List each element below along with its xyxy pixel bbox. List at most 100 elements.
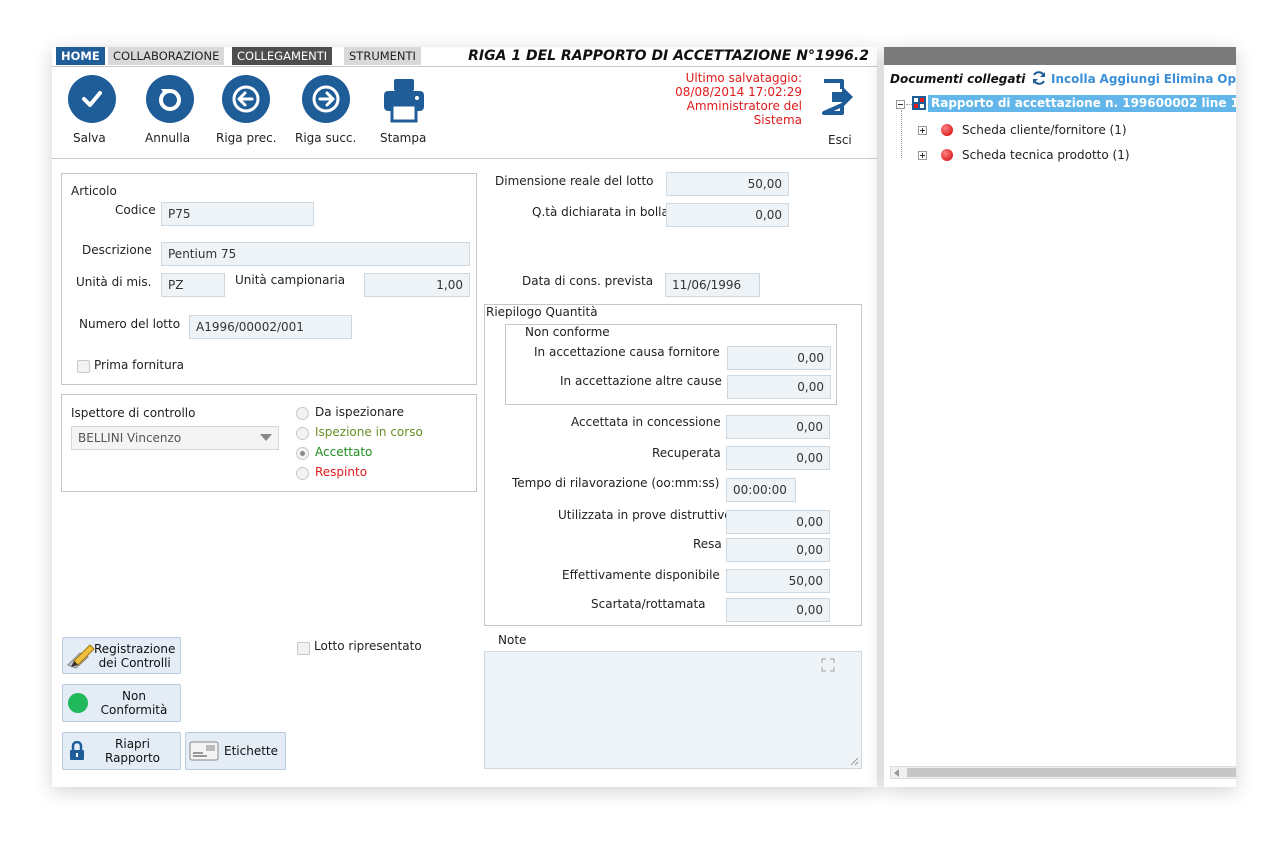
control-registration-button[interactable]: Registrazione dei Controlli: [62, 637, 181, 674]
yield-field[interactable]: 0,00: [726, 538, 830, 562]
expand-icon[interactable]: [821, 658, 835, 672]
collapse-toggle-icon[interactable]: [896, 100, 905, 109]
declared-qty-label: Q.tà dichiarata in bolla: [532, 205, 669, 219]
page-title: RIGA 1 DEL RAPPORTO DI ACCETTAZIONE N°19…: [468, 48, 869, 64]
other-cause-label: In accettazione altre cause: [560, 374, 722, 388]
horizontal-scrollbar[interactable]: [890, 766, 1236, 779]
linked-documents-toolbar: Documenti collegati Incolla Aggiungi Eli…: [890, 70, 1236, 86]
expand-toggle-icon[interactable]: [918, 126, 927, 135]
status-to-inspect: Da ispezionare: [315, 405, 404, 419]
options-link[interactable]: Opzio: [1217, 72, 1236, 86]
green-status-icon: [68, 693, 88, 713]
nonconformity-label-2: Conformità: [100, 703, 168, 717]
tree-item-supplier-card[interactable]: Scheda cliente/fornitore (1): [962, 123, 1127, 137]
resize-handle-icon[interactable]: [849, 756, 859, 766]
status-in-progress: Ispezione in corso: [315, 425, 423, 439]
resubmitted-lot-label: Lotto ripresentato: [314, 639, 422, 653]
scrapped-field[interactable]: 0,00: [726, 598, 830, 622]
delivery-date-field[interactable]: 11/06/1996: [665, 273, 760, 297]
recovered-field[interactable]: 0,00: [726, 446, 830, 470]
unit-label: Unità di mis.: [76, 275, 152, 289]
status-accepted: Accettato: [315, 445, 373, 459]
real-size-field[interactable]: 50,00: [666, 172, 789, 196]
inspector-value: BELLINI Vincenzo: [78, 431, 182, 445]
label-card-icon: [189, 741, 219, 761]
checkmark-icon: [82, 91, 102, 107]
destructive-tests-label: Utilizzata in prove distruttive: [558, 508, 732, 522]
add-link[interactable]: Aggiungi: [1100, 72, 1160, 86]
next-row-button[interactable]: [302, 75, 350, 123]
linked-documents-title: Documenti collegati: [890, 72, 1026, 86]
status-radio-in-progress[interactable]: [296, 427, 309, 440]
edit-pencil-icon: [67, 643, 95, 669]
recovered-label: Recuperata: [652, 446, 721, 460]
labels-button[interactable]: Etichette: [185, 732, 286, 770]
prev-row-label: Riga prec.: [216, 131, 277, 145]
prev-row-button[interactable]: [222, 75, 270, 123]
first-supply-checkbox[interactable]: [77, 360, 90, 373]
nonconformity-button[interactable]: Non Conformità: [62, 684, 181, 722]
concession-field[interactable]: 0,00: [726, 415, 830, 439]
arrow-left-icon: [232, 85, 260, 113]
real-size-label: Dimensione reale del lotto: [495, 174, 654, 188]
printer-icon: [384, 79, 424, 123]
status-radio-accepted[interactable]: [296, 447, 309, 460]
status-radio-to-inspect[interactable]: [296, 407, 309, 420]
available-field[interactable]: 50,00: [726, 569, 830, 593]
reopen-report-label-2: Rapporto: [105, 751, 160, 765]
unit-field[interactable]: PZ: [161, 273, 225, 297]
inspector-select[interactable]: BELLINI Vincenzo: [71, 426, 279, 450]
destructive-tests-field[interactable]: 0,00: [726, 510, 830, 534]
tab-strumenti[interactable]: STRUMENTI: [344, 47, 421, 65]
reopen-report-button[interactable]: Riapri Rapporto: [62, 732, 181, 770]
scroll-left-icon[interactable]: [894, 769, 900, 777]
code-field[interactable]: P75: [161, 202, 314, 226]
delete-link[interactable]: Elimina: [1164, 72, 1214, 86]
arrow-right-icon: [312, 85, 340, 113]
lock-icon: [70, 741, 84, 760]
lot-number-field[interactable]: A1996/00002/001: [189, 315, 352, 339]
rework-time-field[interactable]: 00:00:00: [726, 478, 796, 502]
tab-collegamenti[interactable]: COLLEGAMENTI: [232, 47, 333, 65]
undo-label: Annulla: [145, 131, 191, 145]
save-label: Salva: [73, 131, 106, 145]
tree-item-product-sheet[interactable]: Scheda tecnica prodotto (1): [962, 148, 1130, 162]
tab-home[interactable]: HOME: [56, 47, 105, 65]
report-node-icon: [912, 96, 926, 110]
nonconformity-heading: Non conforme: [525, 325, 610, 339]
delivery-date-label: Data di cons. prevista: [522, 274, 654, 288]
inspector-section: Ispettore di controllo BELLINI Vincenzo …: [61, 394, 477, 492]
exit-icon: [822, 79, 853, 115]
print-label: Stampa: [380, 131, 427, 145]
other-cause-field[interactable]: 0,00: [727, 375, 831, 399]
undo-button[interactable]: [146, 75, 194, 123]
red-status-icon: [941, 124, 953, 136]
report-row-panel: HOME COLLABORAZIONE COLLEGAMENTI STRUMEN…: [52, 47, 877, 787]
declared-qty-field[interactable]: 0,00: [666, 203, 789, 227]
supplier-cause-field[interactable]: 0,00: [727, 346, 831, 370]
status-radio-rejected[interactable]: [296, 467, 309, 480]
print-button[interactable]: [382, 77, 426, 123]
nonconformity-label-1: Non: [122, 689, 146, 703]
status-rejected: Respinto: [315, 465, 368, 479]
refresh-icon[interactable]: [1031, 70, 1047, 86]
paste-link[interactable]: Incolla: [1051, 72, 1096, 86]
notes-textarea[interactable]: [484, 651, 862, 769]
description-label: Descrizione: [82, 243, 152, 257]
save-button[interactable]: [68, 75, 116, 123]
scrollbar-thumb[interactable]: [907, 768, 1236, 777]
sample-unit-field[interactable]: 1,00: [364, 273, 470, 297]
nonconformity-group: Non conforme In accettazione causa forni…: [505, 324, 837, 405]
exit-label: Esci: [828, 133, 852, 147]
expand-toggle-icon[interactable]: [918, 151, 927, 160]
tree-root-item[interactable]: Rapporto di accettazione n. 199600002 li…: [928, 95, 1236, 112]
exit-button[interactable]: [820, 77, 856, 117]
resubmitted-lot-checkbox[interactable]: [297, 642, 310, 655]
quantity-summary-section: Riepilogo Quantità Non conforme In accet…: [484, 304, 862, 626]
rework-time-label: Tempo di rilavorazione (oo:mm:ss): [512, 476, 720, 490]
code-label: Codice: [115, 203, 156, 217]
control-registration-label-1: Registrazione: [94, 641, 176, 656]
tab-collaborazione[interactable]: COLLABORAZIONE: [108, 47, 225, 65]
supplier-cause-label: In accettazione causa fornitore: [534, 345, 720, 359]
description-field[interactable]: Pentium 75: [161, 242, 470, 266]
